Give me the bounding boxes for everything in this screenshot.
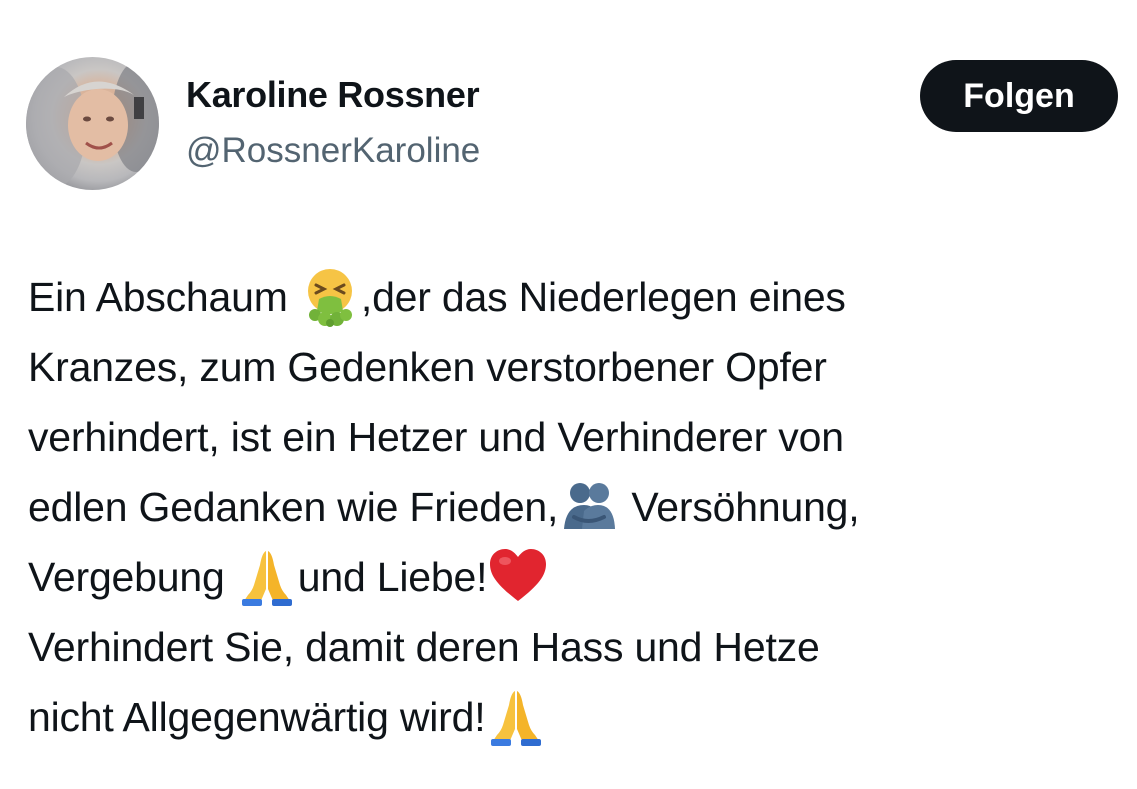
tweet-text: Ein Abschaum ,der das Niederlegen eines … [28, 262, 1118, 752]
tweet-line: verhindert, ist ein Hetzer und Verhinder… [28, 402, 1118, 472]
tweet-line: Kranzes, zum Gedenken verstorbener Opfer [28, 332, 1118, 402]
tweet-text-segment: Verhindert Sie, damit deren Hass und Het… [28, 624, 820, 670]
vomiting-face-emoji-icon [299, 265, 361, 328]
tweet-line: Verhindert Sie, damit deren Hass und Het… [28, 612, 1118, 682]
folded-hands-emoji-icon [485, 685, 547, 747]
folded-hands-emoji-icon [236, 545, 298, 607]
follow-button[interactable]: Folgen [920, 60, 1118, 132]
tweet-text-segment: ,der das Niederlegen eines [360, 274, 846, 320]
tweet-card: Karoline Rossner @RossnerKaroline Folgen… [0, 0, 1137, 789]
tweet-text-segment: nicht Allgegenwärtig wird! [28, 694, 486, 740]
tweet-text-segment: Versöhnung, [620, 484, 860, 530]
people-hugging-emoji-icon [558, 475, 620, 537]
tweet-line: nicht Allgegenwärtig wird! [28, 682, 1118, 752]
author-name[interactable]: Karoline Rossner [186, 74, 480, 116]
red-heart-emoji-icon [487, 545, 549, 607]
tweet-text-segment: verhindert, ist ein Hetzer und Verhinder… [28, 414, 844, 460]
avatar[interactable] [26, 57, 159, 190]
tweet-line: Ein Abschaum ,der das Niederlegen eines [28, 262, 1118, 332]
tweet-text-segment: Kranzes, zum Gedenken verstorbener Opfer [28, 344, 827, 390]
author-handle[interactable]: @RossnerKaroline [186, 131, 480, 171]
tweet-line: edlen Gedanken wie Frieden, Versöhnung, [28, 472, 1118, 542]
tweet-line: Vergebung und Liebe! [28, 542, 1118, 612]
tweet-text-segment: und Liebe! [297, 554, 488, 600]
tweet-text-segment: Ein Abschaum [28, 274, 299, 320]
tweet-text-segment: Vergebung [28, 554, 236, 600]
tweet-text-segment: edlen Gedanken wie Frieden, [28, 484, 559, 530]
